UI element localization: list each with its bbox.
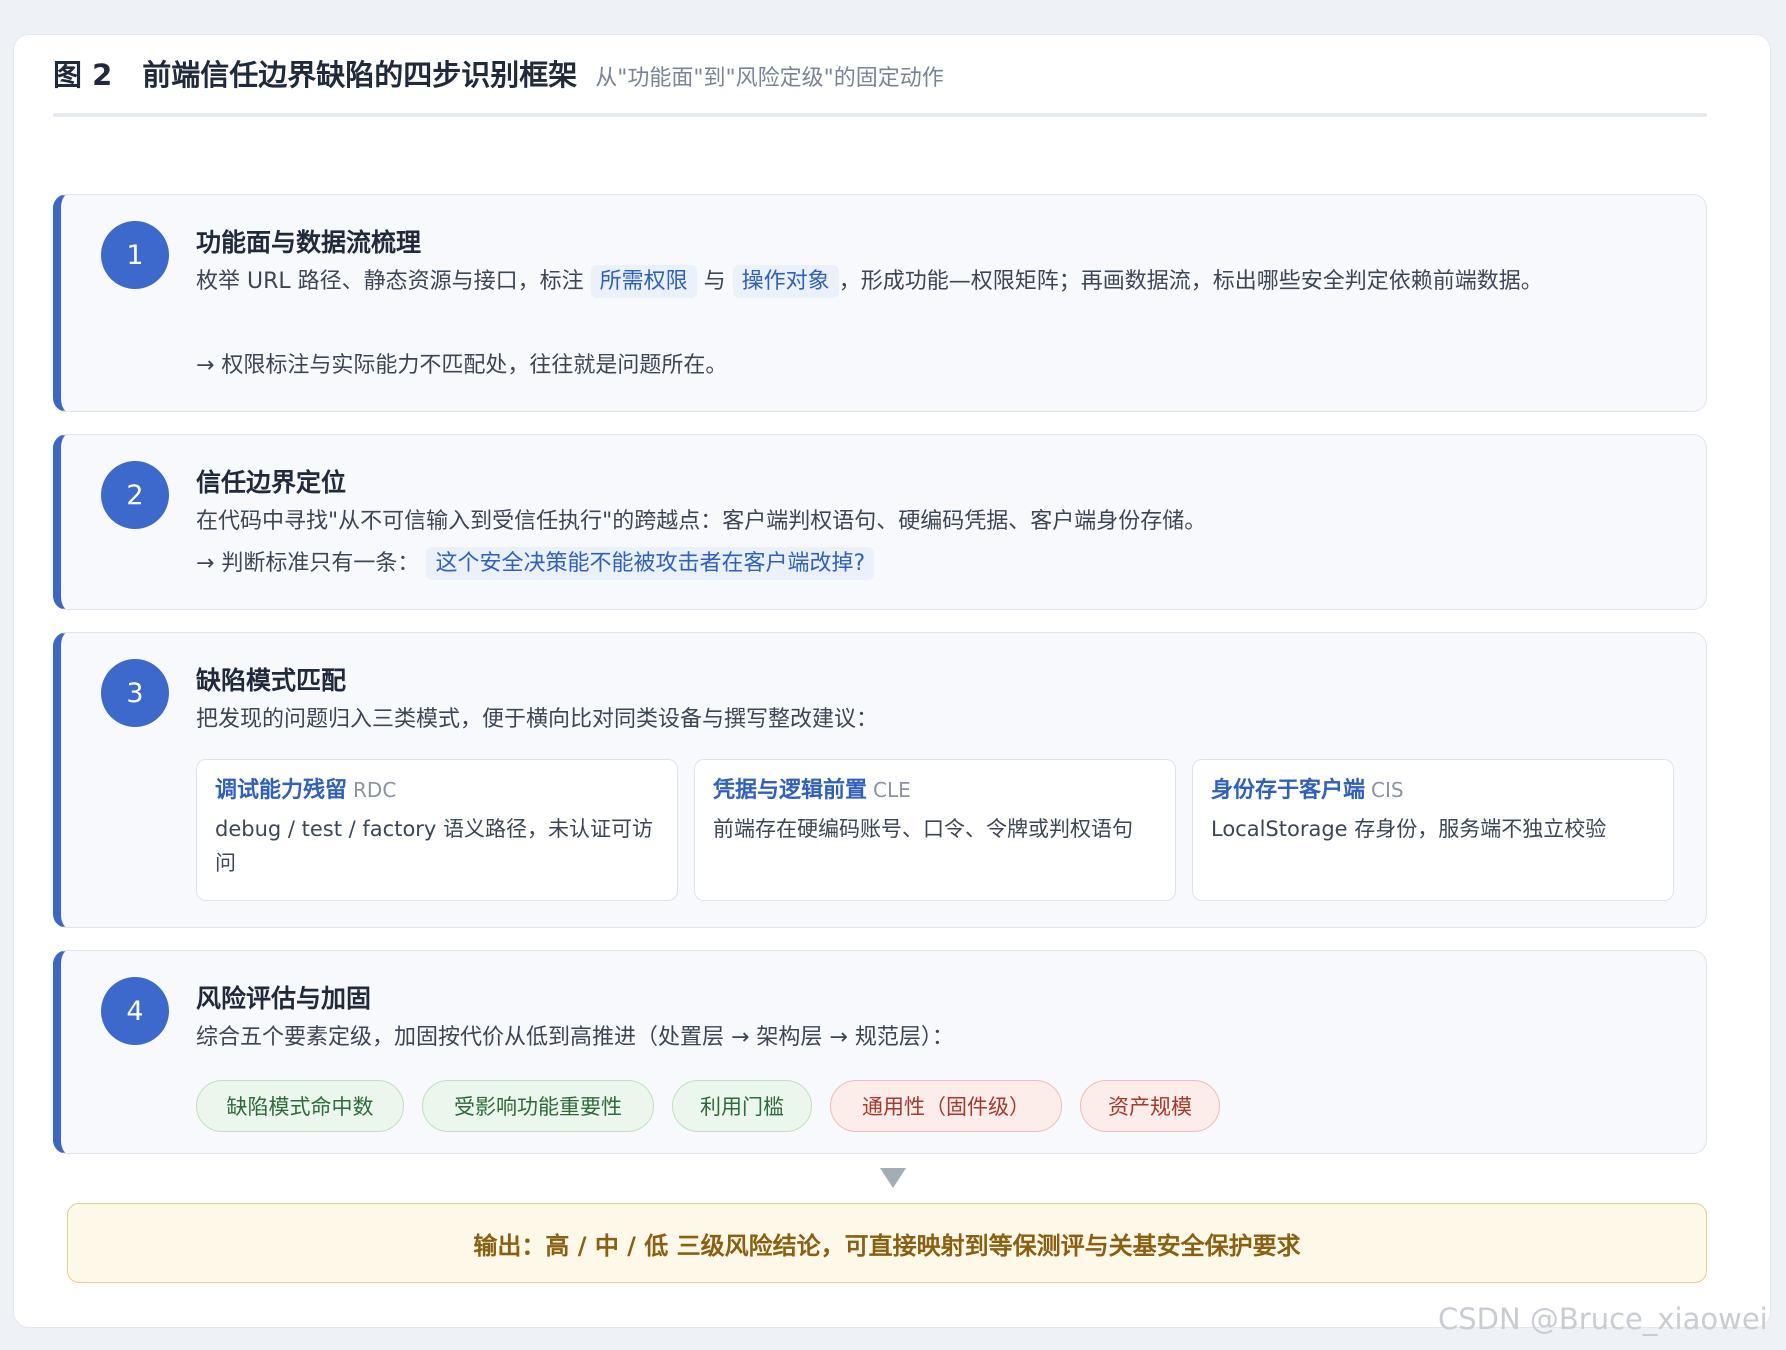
step-3-title: 缺陷模式匹配 [196,666,347,695]
step-4-card: 4 风险评估与加固 综合五个要素定级，加固按代价从低到高推进（处置层 → 架构层… [53,950,1707,1154]
tag-defect-pattern-hits: 缺陷模式命中数 [196,1080,404,1132]
step-4-title: 风险评估与加固 [196,984,372,1013]
step-2-card: 2 信任边界定位 在代码中寻找"从不可信输入到受信任执行"的跨越点：客户端判权语… [53,434,1707,610]
pattern-cle: 凭据与逻辑前置 CLE 前端存在硬编码账号、口令、令牌或判权语句 [694,759,1176,901]
pattern-cle-code: CLE [873,778,911,802]
pattern-rdc-code: RDC [353,778,397,802]
highlight-required-permission: 所需权限 [590,265,697,298]
step-1-note: → 权限标注与实际能力不匹配处，往往就是问题所在。 [196,353,728,378]
step-4-text: 综合五个要素定级，加固按代价从低到高推进（处置层 → 架构层 → 规范层）： [196,1025,954,1050]
step-1-text: 枚举 URL 路径、静态资源与接口，标注 所需权限 与 操作对象 ，形成功能—权限… [196,261,1666,303]
highlight-key-question: 这个安全决策能不能被攻击者在客户端改掉? [426,547,875,580]
flow-arrow-down-icon [880,1168,906,1188]
tag-function-importance: 受影响功能重要性 [422,1080,654,1132]
pattern-cis-code: CIS [1371,778,1404,802]
pattern-cle-name: 凭据与逻辑前置 [713,778,868,803]
header-divider [53,113,1707,117]
pattern-cle-desc: 前端存在硬编码账号、口令、令牌或判权语句 [713,817,1133,841]
tag-asset-scale: 资产规模 [1080,1080,1220,1132]
step-3-badge: 3 [101,659,169,727]
step-2-note: → 判断标准只有一条： 这个安全决策能不能被攻击者在客户端改掉? [196,543,1666,585]
step-1-badge: 1 [101,221,169,289]
pattern-rdc: 调试能力残留 RDC debug / test / factory 语义路径，未认… [196,759,678,901]
output-conclusion: 输出：高 / 中 / 低 三级风险结论，可直接映射到等保测评与关基安全保护要求 [67,1203,1707,1283]
step-1-card: 1 功能面与数据流梳理 枚举 URL 路径、静态资源与接口，标注 所需权限 与 … [53,194,1707,412]
highlight-operation-target: 操作对象 [732,265,839,298]
figure-title: 前端信任边界缺陷的四步识别框架 [142,58,578,92]
step-4-badge: 4 [101,977,169,1045]
step-2-text: 在代码中寻找"从不可信输入到受信任执行"的跨越点：客户端判权语句、硬编码凭据、客… [196,509,1207,534]
pattern-rdc-desc: debug / test / factory 语义路径，未认证可访问 [215,817,654,875]
figure-header: 图 2 前端信任边界缺陷的四步识别框架 从"功能面"到"风险定级"的固定动作 [53,52,1707,102]
figure-subtitle: 从"功能面"到"风险定级"的固定动作 [595,66,944,91]
step-3-text: 把发现的问题归入三类模式，便于横向比对同类设备与撰写整改建议： [196,707,879,732]
tag-generality: 通用性（固件级） [830,1080,1062,1132]
pattern-rdc-name: 调试能力残留 [215,778,348,803]
watermark: CSDN @Bruce_xiaowei [1438,1302,1768,1336]
tag-exploit-threshold: 利用门槛 [672,1080,812,1132]
pattern-cis-desc: LocalStorage 存身份，服务端不独立校验 [1211,817,1607,841]
step-2-title: 信任边界定位 [196,468,347,497]
step-2-badge: 2 [101,461,169,529]
step-1-title: 功能面与数据流梳理 [196,228,422,257]
pattern-cis: 身份存于客户端 CIS LocalStorage 存身份，服务端不独立校验 [1192,759,1674,901]
step-3-card: 3 缺陷模式匹配 把发现的问题归入三类模式，便于横向比对同类设备与撰写整改建议：… [53,632,1707,928]
figure-number: 图 2 [53,58,113,92]
pattern-cis-name: 身份存于客户端 [1211,778,1366,803]
